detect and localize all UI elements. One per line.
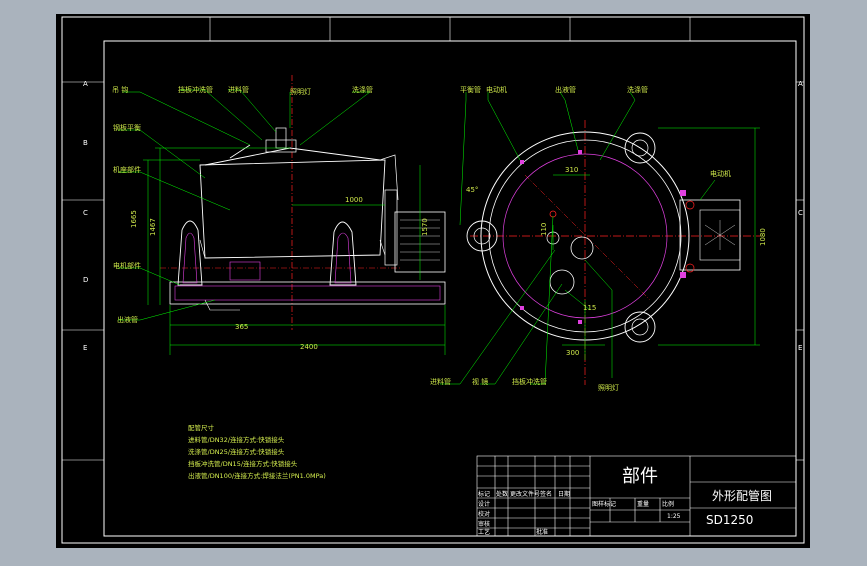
spec-line: 出液管/DN100/连接方式:焊接法兰(PN1.0MPa)	[188, 471, 326, 480]
label-lamp: 照明灯	[290, 87, 311, 96]
dim-angle: 45°	[466, 186, 478, 194]
spec-line: 洗涤管/DN25/连接方式:快锁接头	[188, 447, 285, 456]
label-motor-right: 电动机	[710, 169, 731, 178]
label-lamp-bottom: 照明灯	[598, 383, 619, 392]
label-motor: 电动机	[486, 85, 507, 94]
tb-scale: 1:25	[667, 513, 681, 520]
label-balance: 钢板平衡	[113, 123, 141, 132]
row-marker: B	[83, 139, 88, 147]
dim-1080: 1080	[759, 228, 767, 246]
dim-365: 365	[235, 323, 248, 331]
spec-line: 进料管/DN32/连接方式:快锁接头	[188, 435, 285, 444]
dim-300: 300	[566, 349, 579, 357]
dim-110: 110	[540, 223, 548, 236]
dim-310: 310	[565, 166, 578, 174]
label-base: 机座部件	[113, 165, 141, 174]
spec-title: 配管尺寸	[188, 423, 215, 432]
spec-line: 挡板冲洗管/DN15/连接方式:快锁接头	[188, 459, 298, 468]
tb-role: 审核	[478, 520, 490, 528]
row-marker-right: E	[798, 344, 802, 352]
tb-role: 校对	[478, 510, 490, 518]
dim-1570: 1570	[421, 218, 429, 236]
label-balance-pipe: 平衡管	[460, 85, 481, 94]
row-marker: D	[83, 276, 88, 284]
label-feed: 进料管	[430, 377, 451, 386]
viewport	[56, 14, 810, 548]
tb-role: 工艺	[478, 528, 490, 536]
model-number: SD1250	[706, 513, 753, 527]
dim-1665: 1665	[130, 210, 138, 228]
row-marker-right: A	[798, 80, 803, 88]
dim-1467: 1467	[149, 218, 157, 236]
label-hook: 吊 钩	[112, 85, 128, 94]
tb-col: 图样标记	[592, 500, 616, 508]
tb-header: 处数	[496, 490, 508, 498]
tb-col: 比例	[662, 500, 674, 508]
label-wash-pipe: 洗涤管	[352, 85, 373, 94]
tb-header: 签名	[540, 490, 552, 498]
label-sight-glass: 视 镜	[472, 377, 488, 386]
tb-role: 设计	[478, 500, 490, 508]
tb-role: 批准	[536, 528, 548, 536]
label-baffle-rinse: 挡板冲洗管	[512, 377, 547, 386]
row-marker: A	[83, 80, 88, 88]
dim-1000: 1000	[345, 196, 363, 204]
drawing-canvas: A B C D E A C E 吊 钩 挡板冲洗管 进料管 照明灯 洗涤管 钢板…	[56, 14, 810, 548]
label-baffle-rinse-pipe: 挡板冲洗管	[178, 85, 213, 94]
cad-window: A B C D E A C E 吊 钩 挡板冲洗管 进料管 照明灯 洗涤管 钢板…	[0, 0, 867, 562]
dim-2400: 2400	[300, 343, 318, 351]
drawing-title: 外形配管图	[712, 488, 772, 503]
tb-header: 更改文件号	[510, 490, 540, 498]
tb-header: 标记	[478, 490, 490, 498]
row-marker: C	[83, 209, 88, 217]
row-marker: E	[83, 344, 87, 352]
label-motor-part: 电机部件	[113, 261, 141, 270]
dim-115: 115	[583, 304, 596, 312]
part-label: 部件	[622, 466, 658, 487]
tb-col: 重量	[637, 500, 649, 508]
label-wash: 洗涤管	[627, 85, 648, 94]
row-marker-right: C	[798, 209, 803, 217]
label-outlet-pipe: 出液管	[117, 315, 138, 324]
tb-header: 日期	[558, 490, 570, 498]
label-feed-pipe: 进料管	[228, 85, 249, 94]
label-outlet: 出液管	[555, 85, 576, 94]
